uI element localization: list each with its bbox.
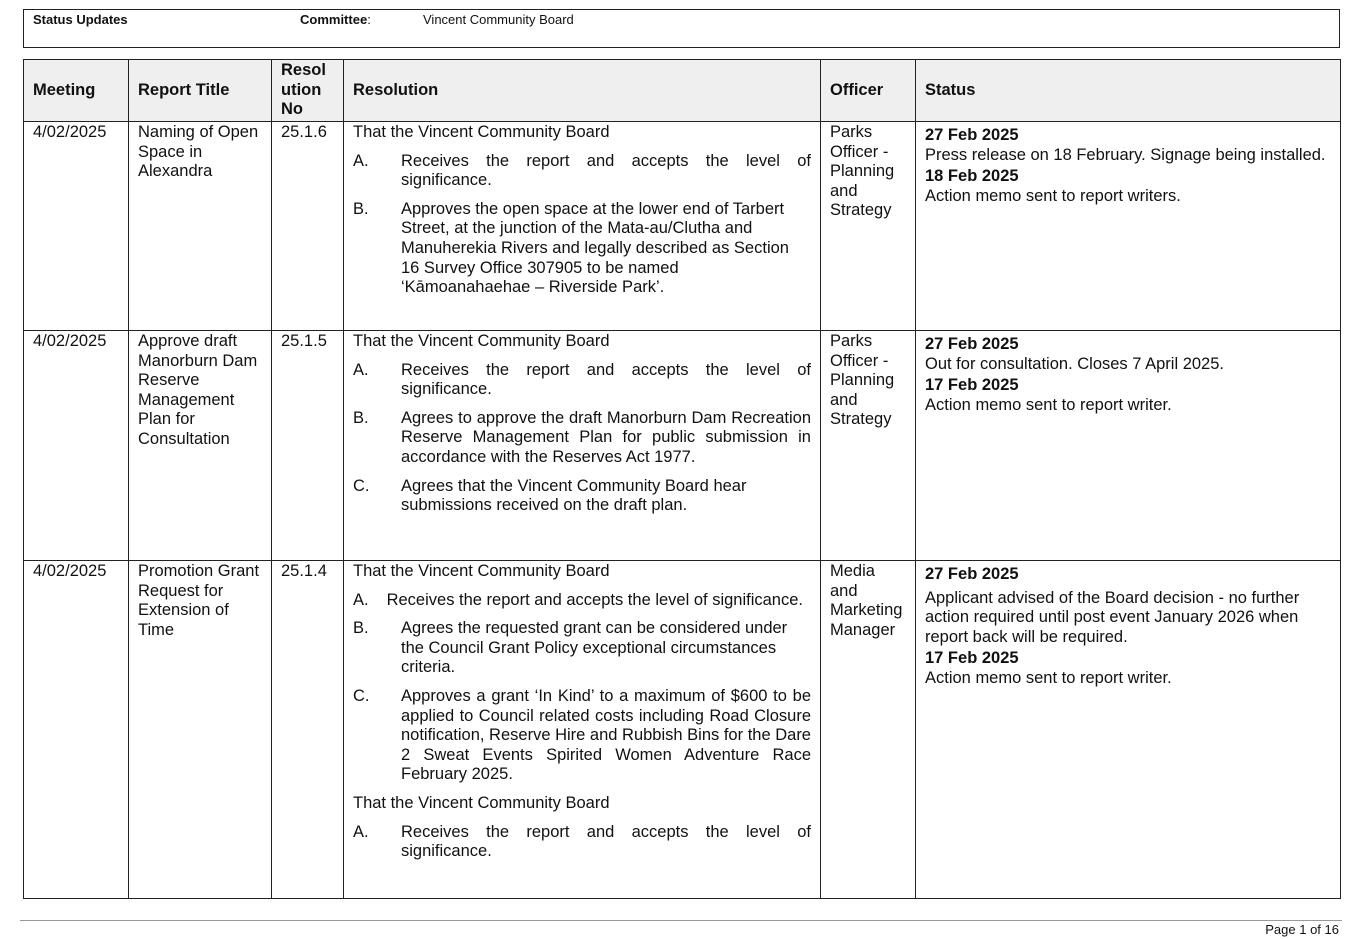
col-status: Status xyxy=(915,59,1341,122)
table-row: 4/02/2025 Approve draft Manorburn Dam Re… xyxy=(23,330,1341,561)
update-date: 27 Feb 2025 xyxy=(925,126,1019,144)
col-resolution-no-line-2: ution xyxy=(281,80,322,99)
report-title-cell: Approve draft Manorburn Dam Reserve Mana… xyxy=(128,330,272,561)
footer-divider xyxy=(20,920,1342,921)
resolution-item: A. Receives the report and accepts the l… xyxy=(353,361,811,400)
resolution-item: C. Agrees that the Vincent Community Boa… xyxy=(353,477,811,516)
item-text: Receives the report and accepts the leve… xyxy=(401,822,811,861)
item-label: A. xyxy=(353,822,369,841)
item-label: A. xyxy=(353,151,369,170)
item-text: Agrees to approve the draft Manorburn Da… xyxy=(401,408,811,466)
resolution-item: A. Receives the report and accepts the l… xyxy=(353,152,811,191)
table-row: 4/02/2025 Promotion Grant Request for Ex… xyxy=(23,560,1341,899)
meeting-cell: 4/02/2025 xyxy=(23,121,129,331)
item-label: A. xyxy=(353,360,369,379)
update-date: 27 Feb 2025 xyxy=(925,335,1019,353)
resolution-no-cell: 25.1.4 xyxy=(271,560,344,899)
item-label: B. xyxy=(353,408,369,427)
item-label: C. xyxy=(353,686,370,705)
update-date: 18 Feb 2025 xyxy=(925,167,1019,186)
meeting-cell: 4/02/2025 xyxy=(23,560,129,899)
resolution-cell: That the Vincent Community Board A. Recei… xyxy=(343,560,821,899)
resolution-cell: That the Vincent Community Board A. Rece… xyxy=(343,121,821,331)
item-label: A. xyxy=(353,590,369,609)
item-label: B. xyxy=(353,619,369,638)
col-resolution: Resolution xyxy=(343,59,821,122)
col-resolution-no-line-3: No xyxy=(281,100,303,119)
committee-label-text: Committee xyxy=(300,12,368,27)
resolution-item: B. Approves the open space at the lower … xyxy=(353,200,811,298)
committee-label: Committee: xyxy=(300,12,371,27)
update-text: Action memo sent to report writers. xyxy=(925,186,1181,205)
status-cell: 27 Feb 2025 Press release on 18 February… xyxy=(915,121,1341,331)
resolution-item: A. Receives the report and accepts the l… xyxy=(353,823,811,862)
item-text: Agrees that the Vincent Community Board … xyxy=(401,476,747,515)
resolution-intro: That the Vincent Community Board xyxy=(353,123,610,141)
item-text: Receives the report and accepts the leve… xyxy=(401,151,811,190)
col-resolution-no-line-1: Resol xyxy=(281,61,326,80)
update-text: Action memo sent to report writer. xyxy=(925,395,1172,414)
table-row: 4/02/2025 Naming of Open Space in Alexan… xyxy=(23,121,1341,331)
resolution-item: B. Agrees to approve the draft Manorburn… xyxy=(353,409,811,468)
officer-cell: Parks Officer - Planning and Strategy xyxy=(820,121,916,331)
update-text: Action memo sent to report writer. xyxy=(925,668,1172,687)
col-resolution-no: Resol ution No xyxy=(271,59,344,122)
status-update: 27 Feb 2025 Press release on 18 February… xyxy=(925,126,1331,165)
status-update: 18 Feb 2025 Action memo sent to report w… xyxy=(925,167,1331,206)
officer-cell: Media and Marketing Manager xyxy=(820,560,916,899)
resolution-intro: That the Vincent Community Board xyxy=(353,332,610,350)
resolution-item: B. Agrees the requested grant can be con… xyxy=(353,619,811,678)
col-officer: Officer xyxy=(820,59,916,122)
page-number: Page 1 of 16 xyxy=(1265,922,1339,937)
status-update: 27 Feb 2025 Out for consultation. Closes… xyxy=(925,335,1331,374)
item-text: Approves the open space at the lower end… xyxy=(401,199,789,297)
meeting-cell: 4/02/2025 xyxy=(23,330,129,561)
item-label: B. xyxy=(353,199,369,218)
item-text: Receives the report and accepts the leve… xyxy=(401,360,811,399)
update-text: Applicant advised of the Board decision … xyxy=(925,588,1300,646)
resolution-no-cell: 25.1.5 xyxy=(271,330,344,561)
item-text: Receives the report and accepts the leve… xyxy=(386,590,803,609)
officer-cell: Parks Officer - Planning and Strategy xyxy=(820,330,916,561)
header-box: Status Updates Committee: Vincent Commun… xyxy=(23,9,1340,48)
item-text: Agrees the requested grant can be consid… xyxy=(401,619,788,677)
resolution-intro: That the Vincent Community Board xyxy=(353,793,610,812)
item-text: Approves a grant ‘In Kind’ to a maximum … xyxy=(401,686,811,784)
status-cell: 27 Feb 2025 Applicant advised of the Boa… xyxy=(915,560,1341,899)
report-title-cell: Promotion Grant Request for Extension of… xyxy=(128,560,272,899)
committee-colon: : xyxy=(367,12,371,27)
resolution-intro: That the Vincent Community Board xyxy=(353,562,610,580)
status-cell: 27 Feb 2025 Out for consultation. Closes… xyxy=(915,330,1341,561)
document-title: Status Updates xyxy=(33,12,128,27)
update-date: 17 Feb 2025 xyxy=(925,376,1019,395)
status-update: 17 Feb 2025 Action memo sent to report w… xyxy=(925,649,1331,688)
col-report-title: Report Title xyxy=(128,59,272,122)
status-update: 27 Feb 2025 Applicant advised of the Boa… xyxy=(925,565,1331,647)
resolution-item: A. Receives the report and accepts the le… xyxy=(353,591,811,611)
update-date: 17 Feb 2025 xyxy=(925,649,1019,668)
table-header-row: Meeting Report Title Resol ution No Reso… xyxy=(23,59,1341,122)
update-text: Out for consultation. Closes 7 April 202… xyxy=(925,354,1224,373)
resolution-cell: That the Vincent Community Board A. Rece… xyxy=(343,330,821,561)
item-label: C. xyxy=(353,476,370,495)
col-meeting: Meeting xyxy=(23,59,129,122)
report-title-cell: Naming of Open Space in Alexandra xyxy=(128,121,272,331)
update-text: Press release on 18 February. Signage be… xyxy=(925,145,1326,164)
status-update: 17 Feb 2025 Action memo sent to report w… xyxy=(925,376,1331,415)
update-date: 27 Feb 2025 xyxy=(925,565,1019,583)
status-table: Meeting Report Title Resol ution No Reso… xyxy=(23,59,1341,899)
resolution-no-cell: 25.1.6 xyxy=(271,121,344,331)
committee-name: Vincent Community Board xyxy=(423,12,574,27)
resolution-item: C. Approves a grant ‘In Kind’ to a maxim… xyxy=(353,687,811,785)
